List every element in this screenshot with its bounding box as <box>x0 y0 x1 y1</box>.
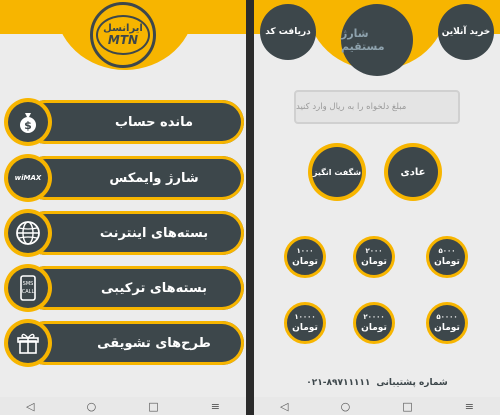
sms-call-phone-icon: SMS CALL <box>4 264 52 312</box>
amount-input[interactable]: مبلغ دلخواه را به ریال وارد کنید <box>294 90 460 124</box>
svg-text:CALL: CALL <box>22 289 35 295</box>
buy-online-label: خرید آنلاین <box>441 27 491 37</box>
direct-charge-screen: دریافت کد شارژ مستقیم خرید آنلاین مبلغ د… <box>254 0 500 415</box>
support-label: شماره پشتیبانی <box>376 378 448 388</box>
amount-button-5000[interactable]: ۵۰۰۰ تومان <box>426 236 468 278</box>
menu-icon[interactable]: ≡ <box>211 400 220 413</box>
buy-online-button[interactable]: خرید آنلاین <box>438 4 494 60</box>
amount-button-1000[interactable]: ۱۰۰۰ تومان <box>284 236 326 278</box>
back-icon[interactable]: ◁ <box>280 400 288 413</box>
amazing-charge-button[interactable]: شگفت انگیز <box>308 143 366 201</box>
wimax-icon: wiMAX <box>4 154 52 202</box>
system-navigation-bar: ◁ ○ □ ≡ <box>0 397 246 415</box>
main-menu-screen: ایرانسل MTN مانده حساب $ شارژ وایمکس wiM… <box>0 0 246 415</box>
menu-item-wimax-charge[interactable]: شارژ وایمکس wiMAX <box>4 154 244 202</box>
svg-text:SMS: SMS <box>23 281 34 287</box>
title-label: شارژ مستقیم <box>341 27 385 53</box>
recent-apps-icon[interactable]: □ <box>148 400 158 413</box>
irancell-logo: ایرانسل MTN <box>90 2 156 68</box>
amount-button-2000[interactable]: ۲۰۰۰ تومان <box>353 236 395 278</box>
menu-item-label: طرح‌های تشویقی <box>97 335 211 351</box>
system-navigation-bar: ◁ ○ □ ≡ <box>254 397 500 415</box>
amazing-charge-label: شگفت انگیز <box>312 167 362 177</box>
logo-text-mtn: MTN <box>107 33 139 47</box>
home-icon[interactable]: ○ <box>87 400 97 413</box>
money-bag-icon: $ <box>4 98 52 146</box>
svg-text:$: $ <box>24 119 32 132</box>
menu-item-promotions[interactable]: طرح‌های تشویقی <box>4 319 244 367</box>
receive-code-button[interactable]: دریافت کد <box>260 4 316 60</box>
support-phone[interactable]: ۰۲۱-۸۹۷۱۱۱۱۱ شماره پشتیبانی <box>254 376 500 390</box>
back-icon[interactable]: ◁ <box>26 400 34 413</box>
menu-item-label: مانده حساب <box>114 114 194 130</box>
menu-item-balance[interactable]: مانده حساب $ <box>4 98 244 146</box>
recent-apps-icon[interactable]: □ <box>402 400 412 413</box>
menu-item-label: شارژ وایمکس <box>109 170 199 186</box>
menu-item-label: بسته‌های اینترنت <box>99 225 209 241</box>
gift-box-icon <box>4 319 52 367</box>
menu-item-internet-packages[interactable]: بسته‌های اینترنت <box>4 209 244 257</box>
normal-charge-label: عادی <box>400 166 426 178</box>
menu-item-combo-packages[interactable]: بسته‌های ترکیبی SMS CALL <box>4 264 244 312</box>
globe-icon <box>4 209 52 257</box>
amount-button-10000[interactable]: ۱۰۰۰۰ تومان <box>284 302 326 344</box>
receive-code-label: دریافت کد <box>265 27 311 37</box>
normal-charge-button[interactable]: عادی <box>384 143 442 201</box>
amount-button-20000[interactable]: ۲۰۰۰۰ تومان <box>353 302 395 344</box>
menu-item-label: بسته‌های ترکیبی <box>101 280 207 296</box>
logo-oval: ایرانسل MTN <box>96 15 150 55</box>
direct-charge-title: شارژ مستقیم <box>341 4 413 76</box>
menu-icon[interactable]: ≡ <box>465 400 474 413</box>
support-number: ۰۲۱-۸۹۷۱۱۱۱۱ <box>306 378 371 388</box>
amount-button-50000[interactable]: ۵۰۰۰۰ تومان <box>426 302 468 344</box>
amount-placeholder: مبلغ دلخواه را به ریال وارد کنید <box>296 102 407 112</box>
home-icon[interactable]: ○ <box>341 400 351 413</box>
